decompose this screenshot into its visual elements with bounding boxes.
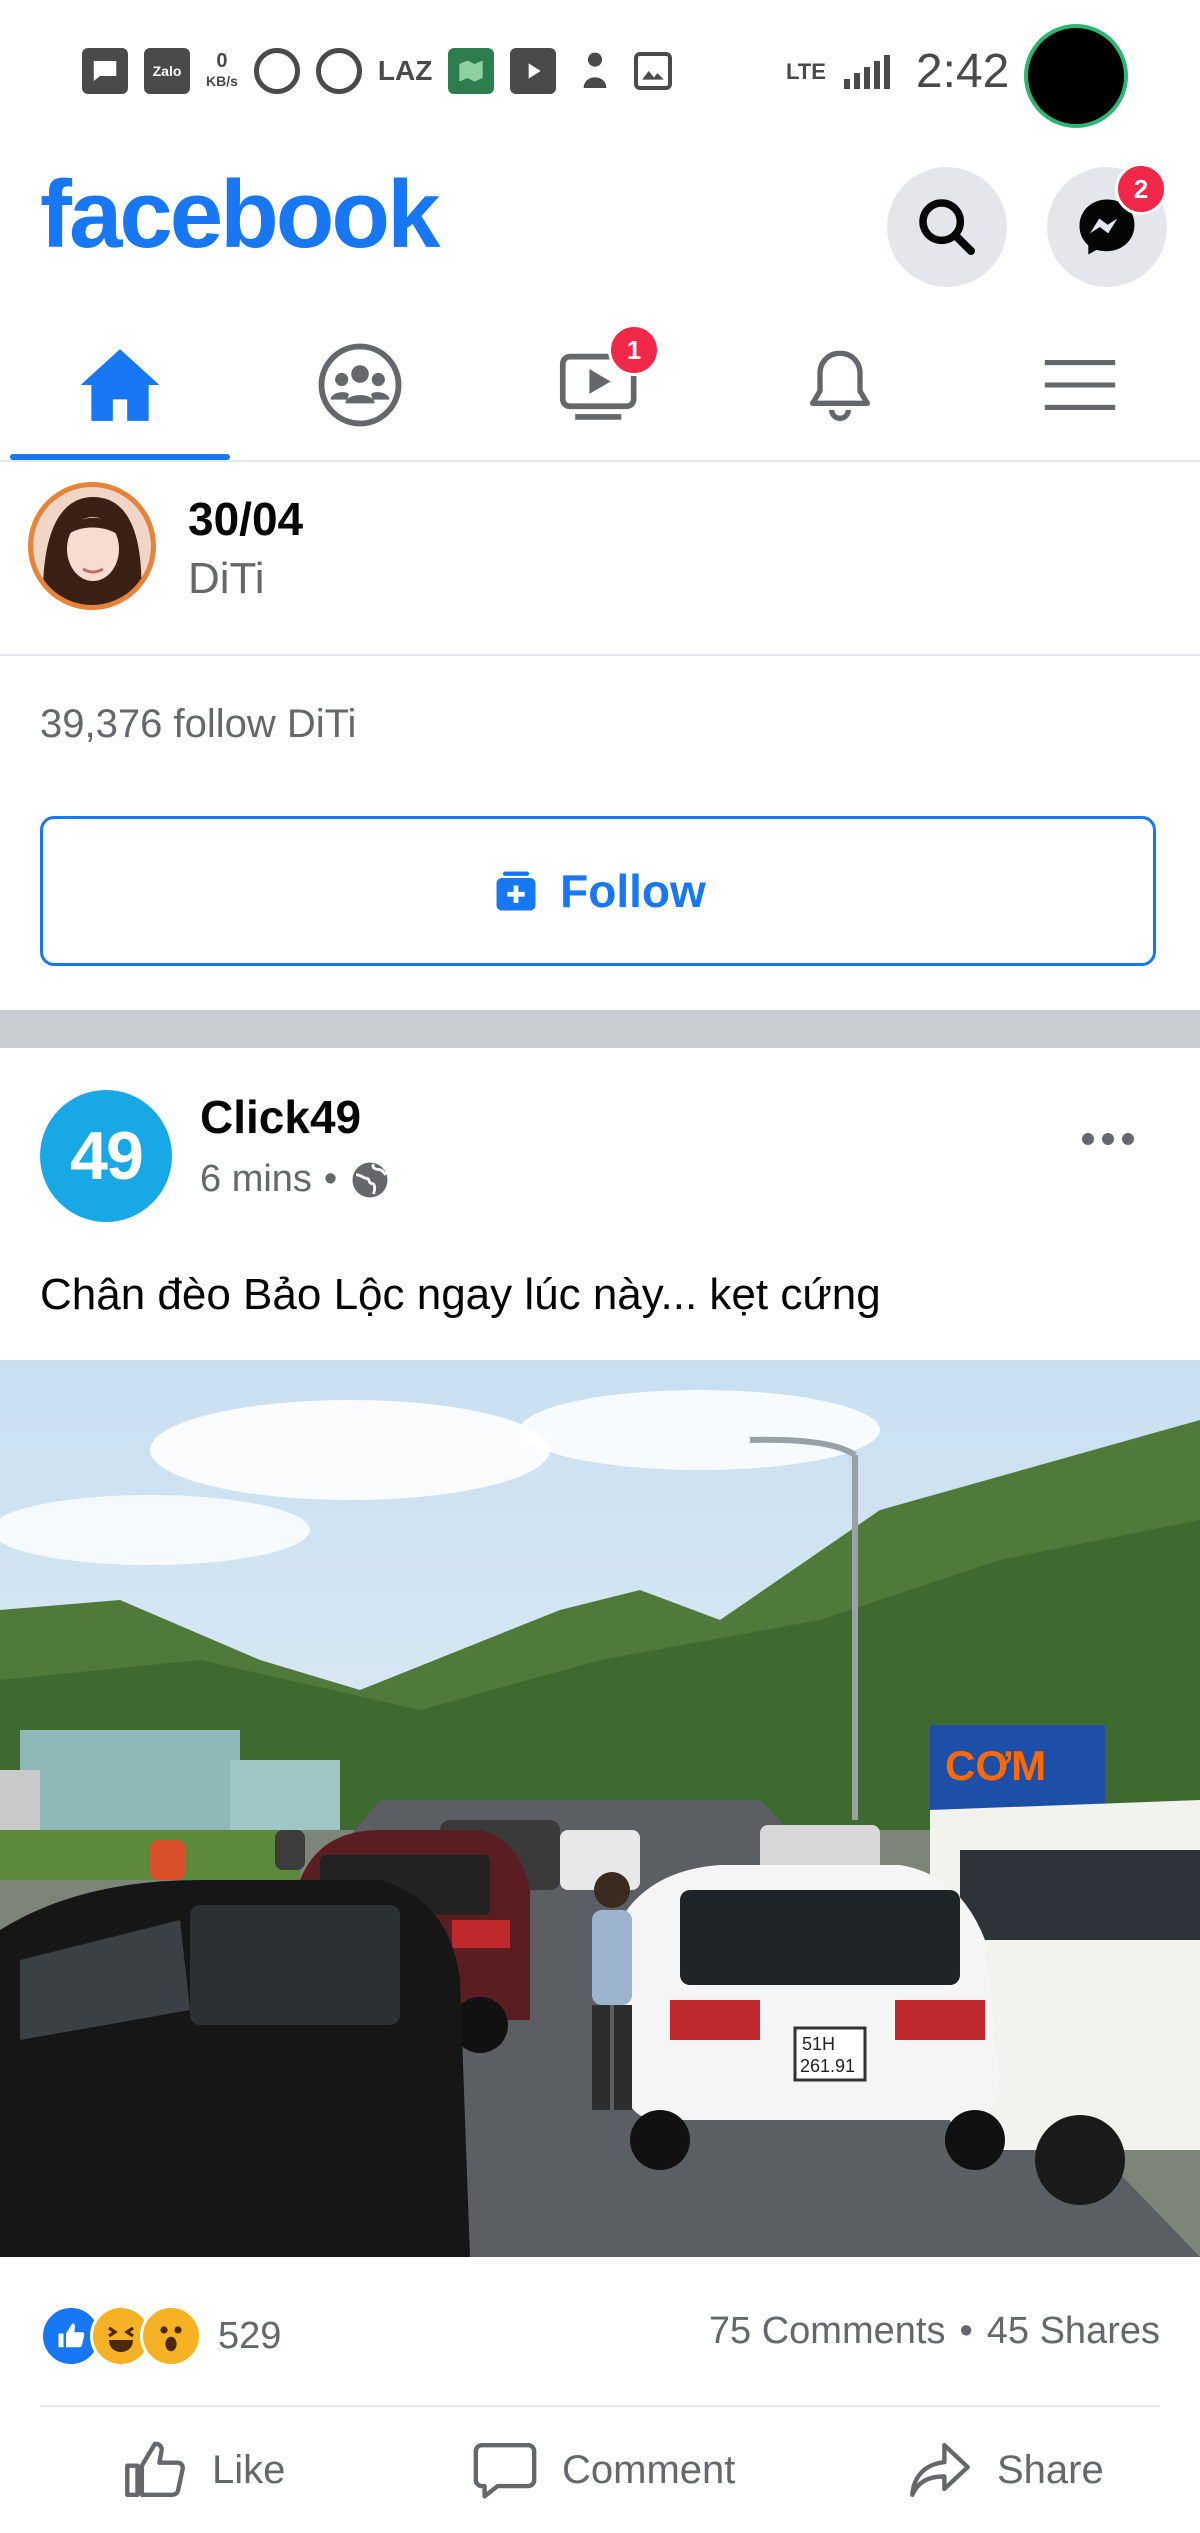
circle-icon: [315, 48, 362, 94]
tab-home[interactable]: [10, 310, 230, 460]
post-time[interactable]: 6 mins: [200, 1158, 312, 1201]
follow-icon: [496, 871, 536, 911]
share-button[interactable]: Share: [905, 2435, 1104, 2505]
comment-button[interactable]: Comment: [470, 2435, 735, 2505]
camera-cutout: [1028, 28, 1124, 124]
plate-top: 51H: [802, 2034, 835, 2054]
circle-icon: [253, 48, 300, 94]
feed-separator: [0, 1010, 1200, 1048]
comment-label: Comment: [562, 2447, 736, 2492]
engagement-summary: 75 Comments • 45 Shares: [709, 2310, 1160, 2353]
post-author-avatar[interactable]: 49: [40, 1090, 172, 1222]
message-icon: [82, 48, 128, 94]
person-icon: [572, 48, 618, 94]
comment-icon: [473, 2443, 537, 2499]
youtube-icon: [510, 48, 557, 94]
meta-separator: •: [959, 2310, 973, 2352]
status-bar: Zalo 0 KB/s LAZ LTE 2:42: [0, 0, 1200, 150]
network-type: LTE: [786, 58, 826, 84]
reaction-count: 529: [218, 2314, 282, 2357]
comment-count[interactable]: 75 Comments: [709, 2310, 946, 2353]
traffic-jam-photo: CƠM 51H 261.91: [0, 1360, 1200, 2257]
search-button[interactable]: [887, 167, 1007, 287]
network-speed-icon: 0 KB/s: [206, 48, 238, 94]
plate-bottom: 261.91: [800, 2056, 855, 2076]
watch-badge: 1: [608, 324, 660, 376]
wow-reaction-icon: [140, 2305, 202, 2367]
follow-label: Follow: [560, 865, 706, 917]
globe-icon: [352, 1162, 388, 1197]
main-nav: 1: [0, 310, 1200, 462]
messenger-button[interactable]: 2: [1047, 163, 1167, 287]
clock: 2:42: [915, 45, 1010, 98]
signal-icon: [843, 54, 890, 89]
zalo-icon: Zalo: [144, 48, 190, 94]
more-icon: [1082, 1133, 1134, 1145]
hamburger-icon: [1044, 360, 1116, 410]
bell-icon: [810, 350, 870, 421]
avatar-portrait: [33, 487, 151, 605]
share-icon: [910, 2443, 970, 2497]
divider: [40, 2405, 1160, 2407]
share-count[interactable]: 45 Shares: [987, 2310, 1160, 2353]
avatar[interactable]: [28, 482, 156, 610]
reaction-summary[interactable]: 529: [40, 2305, 281, 2367]
tab-menu[interactable]: [970, 310, 1190, 460]
groups-icon: [318, 343, 402, 427]
follow-button[interactable]: Follow: [40, 816, 1156, 966]
tab-notifications[interactable]: [730, 310, 950, 460]
divider: [0, 654, 1200, 656]
map-icon: [448, 48, 495, 94]
notification-icons: Zalo 0 KB/s LAZ: [82, 48, 673, 94]
restaurant-sign: CƠM: [945, 1742, 1046, 1789]
card-title[interactable]: 30/04: [188, 492, 303, 546]
post-actions: Like Comment Share: [0, 2415, 1200, 2533]
tab-groups[interactable]: [250, 310, 470, 460]
home-icon: [80, 349, 160, 421]
page-name[interactable]: DiTi: [188, 554, 265, 604]
facebook-logo[interactable]: facebook: [40, 160, 440, 270]
share-label: Share: [997, 2447, 1104, 2492]
lazada-icon: LAZ: [377, 55, 433, 86]
search-icon: [919, 199, 975, 255]
messenger-badge: 2: [1115, 163, 1167, 215]
meta-separator: •: [323, 1158, 338, 1200]
like-label: Like: [212, 2447, 286, 2492]
post-photo[interactable]: CƠM 51H 261.91: [0, 1360, 1200, 2257]
post-meta: 6 mins •: [200, 1158, 391, 1201]
follow-count: 39,376 follow DiTi: [40, 702, 357, 746]
speed-value: 0: [216, 50, 228, 72]
like-icon: [125, 2441, 185, 2497]
tab-watch[interactable]: 1: [490, 310, 710, 460]
post-author-name[interactable]: Click49: [200, 1090, 361, 1144]
image-icon: [634, 52, 673, 90]
like-button[interactable]: Like: [120, 2435, 285, 2505]
speed-unit: KB/s: [206, 73, 238, 89]
status-right: LTE 2:42: [786, 44, 1009, 99]
post-more-button[interactable]: [1080, 1100, 1136, 1160]
post-text: Chân đèo Bảo Lộc ngay lúc này... kẹt cứn…: [40, 1270, 881, 1319]
